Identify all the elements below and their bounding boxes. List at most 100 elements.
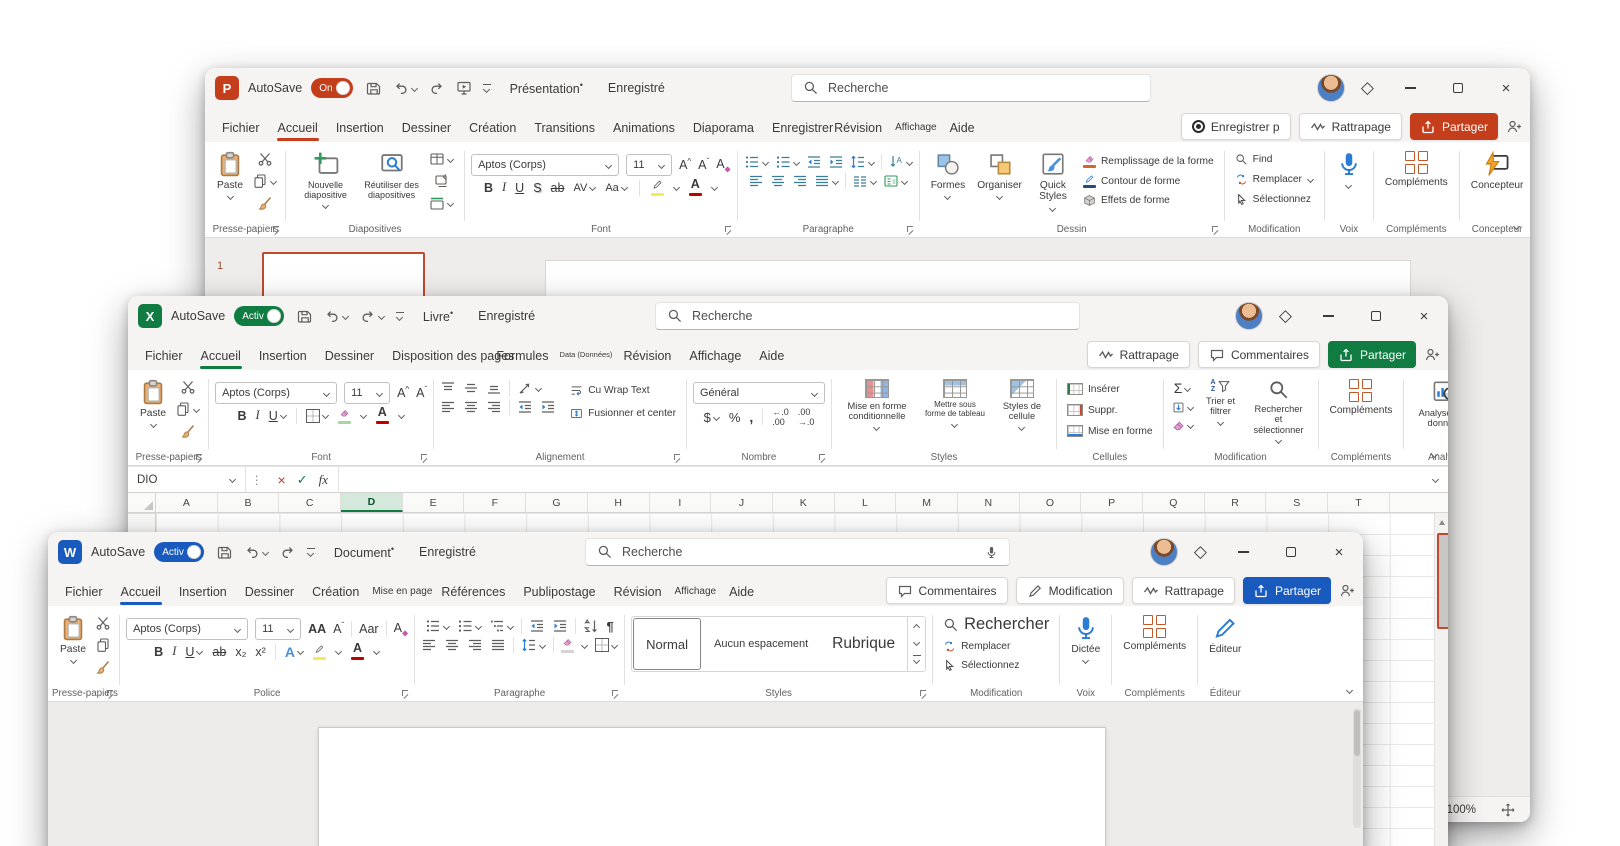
change-case-icon[interactable]: Aar <box>359 622 378 636</box>
font-color-icon[interactable]: A <box>351 643 364 660</box>
catchup-button[interactable]: Rattrapage <box>1132 577 1235 604</box>
tab-dessiner[interactable]: Dessiner <box>236 578 303 606</box>
align-right-icon[interactable] <box>792 173 808 189</box>
clear-formatting-icon[interactable]: A◆ <box>394 621 409 638</box>
expand-formula-bar-icon[interactable] <box>1432 476 1439 483</box>
tab-references[interactable]: Références <box>432 578 514 606</box>
conditional-formatting-button[interactable]: Mise en forme conditionnelle <box>838 376 916 433</box>
column-header[interactable]: H <box>588 493 650 512</box>
middle-align-icon[interactable] <box>463 380 479 396</box>
align-left-icon[interactable] <box>421 637 437 653</box>
dictate-button[interactable]: Dictée <box>1066 612 1105 666</box>
zoom-level[interactable]: 100% <box>1447 804 1476 816</box>
premium-diamond-icon[interactable]: ◇ <box>1186 542 1215 562</box>
align-center-icon[interactable] <box>770 173 786 189</box>
font-dialog-launcher[interactable] <box>724 225 733 234</box>
avatar[interactable] <box>1317 74 1345 102</box>
avatar[interactable] <box>1235 302 1263 330</box>
save-icon[interactable] <box>366 80 382 96</box>
borders-icon[interactable] <box>306 409 329 423</box>
vertical-scrollbar[interactable] <box>1434 513 1448 846</box>
align-left-icon[interactable] <box>748 173 764 189</box>
tab-formules[interactable]: Formules <box>487 342 557 370</box>
tab-affichage[interactable]: Affichage <box>891 115 941 142</box>
alignment-dialog-launcher[interactable] <box>673 453 682 462</box>
vertical-scrollbar[interactable] <box>1353 708 1361 828</box>
scrollbar-thumb[interactable] <box>1437 533 1448 629</box>
saved-status[interactable]: Enregistré <box>608 81 665 95</box>
document-editing-area[interactable] <box>48 702 1363 846</box>
cancel-icon[interactable]: × <box>278 472 286 488</box>
tab-insertion[interactable]: Insertion <box>250 342 316 370</box>
tab-affichage[interactable]: Affichage <box>671 579 721 606</box>
shape-fill-button[interactable]: Remplissage de la forme <box>1081 153 1216 169</box>
clear-formatting-icon[interactable]: A◆ <box>716 157 731 174</box>
arrange-button[interactable]: Organiser <box>972 148 1027 202</box>
excel-titlebar[interactable]: X AutoSave Activ Livre• Enregistré Reche… <box>128 296 1448 336</box>
bold-icon[interactable]: B <box>484 181 493 195</box>
copy-button[interactable] <box>175 401 200 417</box>
column-header[interactable]: Q <box>1143 493 1205 512</box>
clipboard-dialog-launcher[interactable] <box>272 225 281 234</box>
convert-smartart-icon[interactable] <box>883 173 908 189</box>
column-header[interactable]: P <box>1081 493 1143 512</box>
reuse-slides-button[interactable]: Réutiliser des diapositives <box>359 148 425 203</box>
name-box-options-icon[interactable]: ⋮ <box>246 473 268 487</box>
highlight-color-icon[interactable] <box>313 644 326 660</box>
justify-icon[interactable] <box>490 637 506 653</box>
styles-scroll-down-icon[interactable] <box>913 639 920 646</box>
increase-indent-icon[interactable] <box>828 154 844 170</box>
undo-button[interactable] <box>244 544 269 560</box>
redo-button[interactable] <box>280 544 296 560</box>
highlight-color-icon[interactable] <box>651 179 664 196</box>
start-slideshow-icon[interactable] <box>456 80 472 96</box>
column-header[interactable]: A <box>156 493 218 512</box>
tab-accueil[interactable]: Accueil <box>112 578 170 606</box>
styles-more-icon[interactable] <box>913 655 921 663</box>
column-header-selected[interactable]: D <box>341 493 403 512</box>
font-dialog-launcher[interactable] <box>420 453 429 462</box>
powerpoint-app-icon[interactable]: P <box>215 76 239 100</box>
cell-styles-button[interactable]: Styles de cellule <box>994 376 1050 433</box>
dictate-button[interactable] <box>1331 148 1367 191</box>
underline-icon[interactable]: U <box>269 409 287 423</box>
format-painter-icon[interactable] <box>180 423 196 439</box>
maximize-button[interactable] <box>1271 534 1311 570</box>
accounting-format-icon[interactable]: $ <box>704 410 720 425</box>
drawing-dialog-launcher[interactable] <box>1211 225 1220 234</box>
tab-transitions[interactable]: Transitions <box>525 114 604 142</box>
tab-enregistrer[interactable]: Enregistrer <box>763 114 833 142</box>
styles-scroll-up-icon[interactable] <box>913 624 920 631</box>
numbering-icon[interactable] <box>775 154 800 170</box>
redo-button[interactable] <box>360 308 385 324</box>
formula-input[interactable] <box>339 467 1432 492</box>
powerpoint-titlebar[interactable]: P AutoSave On Présentation• Enregistré R… <box>205 68 1530 108</box>
designer-button[interactable]: Concepteur <box>1466 148 1529 194</box>
share-button[interactable]: Partager <box>1328 341 1416 368</box>
strikethrough-icon[interactable]: ab <box>212 645 226 659</box>
tab-revision[interactable]: Révision <box>614 342 680 370</box>
bullets-icon[interactable] <box>425 618 450 634</box>
excel-app-icon[interactable]: X <box>138 304 162 328</box>
bullets-icon[interactable] <box>744 154 769 170</box>
decrease-decimal-icon[interactable]: .00→.0 <box>798 407 815 427</box>
align-center-icon[interactable] <box>463 399 479 415</box>
tab-revision[interactable]: Révision <box>833 114 891 142</box>
document-page[interactable] <box>318 727 1106 846</box>
voice-search-mic-icon[interactable] <box>985 546 998 559</box>
font-size-select[interactable]: 11 <box>626 154 672 176</box>
paragraph-dialog-launcher[interactable] <box>611 689 620 698</box>
tab-aide[interactable]: Aide <box>720 578 763 606</box>
comments-button[interactable]: Commentaires <box>1198 341 1320 368</box>
sort-filter-button[interactable]: AZ Trier et filtrer <box>1198 376 1244 428</box>
catchup-button[interactable]: Rattrapage <box>1087 341 1190 368</box>
paste-button[interactable]: Paste <box>212 148 248 202</box>
merge-center-button[interactable]: Fusionner et center <box>568 406 678 421</box>
comma-style-icon[interactable]: , <box>749 409 753 425</box>
bottom-align-icon[interactable] <box>486 380 502 396</box>
redo-button[interactable] <box>429 80 445 96</box>
comments-button[interactable]: Commentaires <box>886 577 1008 604</box>
tab-accueil[interactable]: Accueil <box>192 342 250 370</box>
column-header[interactable]: C <box>279 493 341 512</box>
line-spacing-icon[interactable] <box>850 154 875 170</box>
